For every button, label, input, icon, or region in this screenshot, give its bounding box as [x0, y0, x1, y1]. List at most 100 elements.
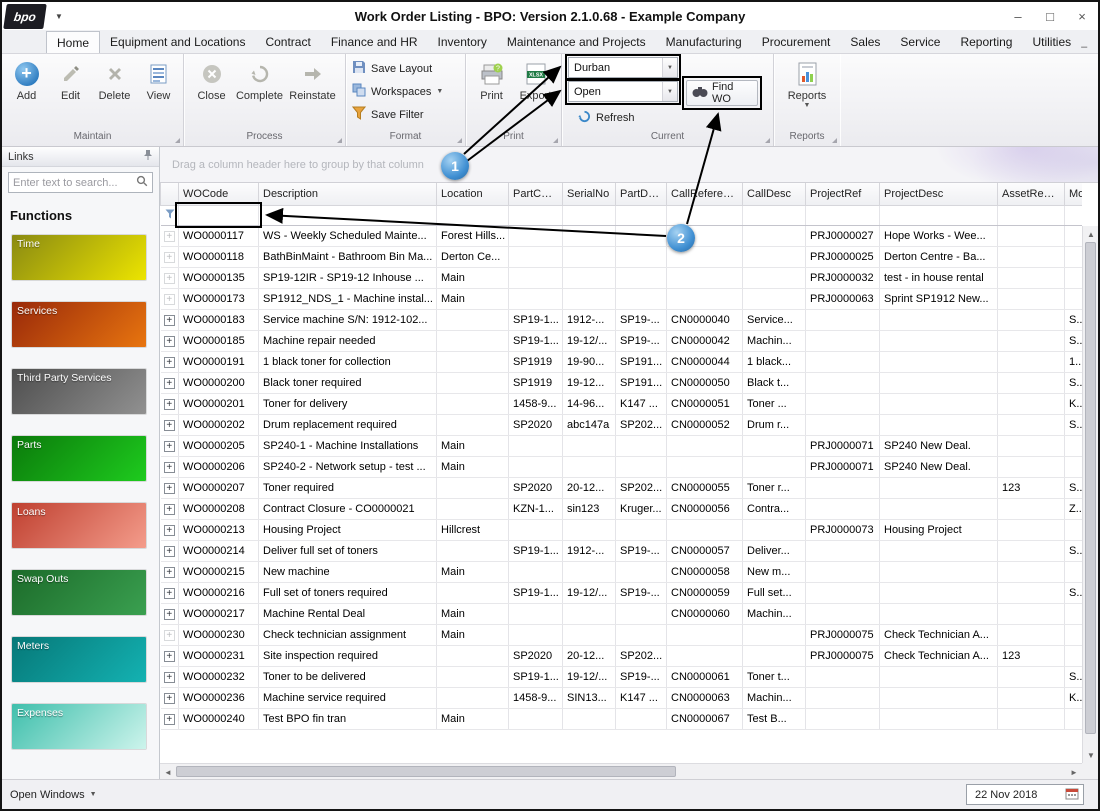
table-row[interactable]: + WO0000230 Check technician assignment Mai…: [160, 624, 1082, 646]
filter-cell-serialno[interactable]: [562, 205, 616, 226]
expand-icon[interactable]: +: [163, 545, 175, 557]
column-header-model[interactable]: Model: [1064, 183, 1082, 206]
reinstate-button[interactable]: Reinstate: [286, 57, 340, 131]
table-row[interactable]: + WO0000240 Test BPO fin tran Main CN0000067…: [160, 708, 1082, 730]
complete-button[interactable]: Complete: [234, 57, 286, 131]
tab-home[interactable]: Home: [46, 31, 101, 53]
expand-icon[interactable]: +: [163, 398, 175, 410]
filter-cell-calldesc[interactable]: [742, 205, 806, 226]
expand-icon[interactable]: +: [163, 587, 175, 599]
filter-cell-callreference[interactable]: [666, 205, 743, 226]
column-header-partdesc[interactable]: PartDesc: [615, 183, 667, 206]
horizontal-scrollbar[interactable]: ◄ ►: [160, 763, 1082, 779]
scroll-down-icon[interactable]: ▼: [1083, 747, 1098, 763]
table-row[interactable]: + WO0000205 SP240-1 - Machine Installation…: [160, 435, 1082, 457]
table-row[interactable]: + WO0000202 Drum replacement required SP202…: [160, 414, 1082, 436]
status-select[interactable]: Open ▼: [568, 81, 678, 102]
function-tile-time[interactable]: Time: [12, 235, 146, 280]
expand-icon[interactable]: +: [163, 419, 175, 431]
expand-icon[interactable]: +: [163, 251, 175, 263]
vertical-scroll-thumb[interactable]: [1085, 242, 1096, 734]
table-row[interactable]: + WO0000214 Deliver full set of toners SP19…: [160, 540, 1082, 562]
function-tile-expenses[interactable]: Expenses: [12, 704, 146, 749]
table-row[interactable]: + WO0000117 WS - Weekly Scheduled Mainte..…: [160, 225, 1082, 247]
dialog-launcher-icon[interactable]: [175, 138, 180, 143]
function-tile-loans[interactable]: Loans: [12, 503, 146, 548]
horizontal-scroll-thumb[interactable]: [176, 766, 676, 777]
expand-icon[interactable]: +: [163, 650, 175, 662]
table-row[interactable]: + WO0000206 SP240-2 - Network setup - test…: [160, 456, 1082, 478]
table-row[interactable]: + WO0000200 Black toner required SP1919 19-1…: [160, 372, 1082, 394]
column-header-projectref[interactable]: ProjectRef: [805, 183, 880, 206]
table-row[interactable]: + WO0000217 Machine Rental Deal Main CN00000…: [160, 603, 1082, 625]
column-header-serialno[interactable]: SerialNo: [562, 183, 616, 206]
add-button[interactable]: + Add: [5, 57, 49, 131]
search-icon[interactable]: [136, 174, 148, 192]
search-input[interactable]: [13, 176, 136, 189]
dialog-launcher-icon[interactable]: [337, 138, 342, 143]
expand-icon[interactable]: +: [163, 377, 175, 389]
tab-manufacturing[interactable]: Manufacturing: [656, 31, 752, 53]
tab-finance-and-hr[interactable]: Finance and HR: [321, 31, 428, 53]
filter-cell-partdesc[interactable]: [615, 205, 667, 226]
tab-equipment-and-locations[interactable]: Equipment and Locations: [100, 31, 255, 53]
table-row[interactable]: + WO0000201 Toner for delivery 1458-9... 14-…: [160, 393, 1082, 415]
table-row[interactable]: + WO0000236 Machine service required 1458-9…: [160, 687, 1082, 709]
expand-icon[interactable]: +: [163, 272, 175, 284]
dialog-launcher-icon[interactable]: [832, 138, 837, 143]
table-row[interactable]: + WO0000231 Site inspection required SP2020…: [160, 645, 1082, 667]
table-row[interactable]: + WO0000207 Toner required SP2020 20-12... SP…: [160, 477, 1082, 499]
function-tile-swap-outs[interactable]: Swap Outs: [12, 570, 146, 615]
expand-icon[interactable]: +: [163, 629, 175, 641]
column-header-calldesc[interactable]: CallDesc: [742, 183, 806, 206]
open-windows-button[interactable]: Open Windows ▼: [10, 789, 97, 801]
delete-button[interactable]: Delete: [93, 57, 137, 131]
calendar-icon[interactable]: [1065, 787, 1079, 803]
column-header-callreference[interactable]: CallReference: [666, 183, 743, 206]
expand-icon[interactable]: +: [163, 230, 175, 242]
expand-icon[interactable]: +: [163, 461, 175, 473]
table-row[interactable]: + WO0000208 Contract Closure - CO0000021 KZ…: [160, 498, 1082, 520]
workspaces-button[interactable]: Workspaces ▼: [352, 82, 459, 101]
dialog-launcher-icon[interactable]: [765, 138, 770, 143]
chevron-down-icon[interactable]: ▼: [662, 82, 677, 101]
table-row[interactable]: + WO0000191 1 black toner for collection SP…: [160, 351, 1082, 373]
minimize-button[interactable]: –: [1002, 9, 1034, 24]
expand-icon[interactable]: +: [163, 356, 175, 368]
table-row[interactable]: + WO0000213 Housing Project Hillcrest PRJ000…: [160, 519, 1082, 541]
quick-access-caret-icon[interactable]: ▼: [55, 12, 63, 21]
tab-contract[interactable]: Contract: [255, 31, 320, 53]
column-header-partcode[interactable]: PartCode: [508, 183, 563, 206]
expand-icon[interactable]: +: [163, 482, 175, 494]
expand-icon[interactable]: +: [163, 671, 175, 683]
scroll-right-icon[interactable]: ►: [1066, 764, 1082, 780]
expand-icon[interactable]: +: [163, 440, 175, 452]
function-tile-third-party-services[interactable]: Third Party Services: [12, 369, 146, 414]
function-tile-services[interactable]: Services: [12, 302, 146, 347]
tab-sales[interactable]: Sales: [840, 31, 890, 53]
filter-cell-description[interactable]: [258, 205, 437, 226]
dialog-launcher-icon[interactable]: [553, 138, 558, 143]
maximize-button[interactable]: □: [1034, 9, 1066, 24]
filter-cell-partcode[interactable]: [508, 205, 563, 226]
filter-cell-assetregno[interactable]: [997, 205, 1065, 226]
table-row[interactable]: + WO0000216 Full set of toners required SP1…: [160, 582, 1082, 604]
column-header-description[interactable]: Description: [258, 183, 437, 206]
dialog-launcher-icon[interactable]: [457, 138, 462, 143]
expand-icon[interactable]: +: [163, 566, 175, 578]
expand-icon[interactable]: +: [163, 314, 175, 326]
expand-icon[interactable]: +: [163, 608, 175, 620]
scroll-left-icon[interactable]: ◄: [160, 764, 176, 780]
column-header-wocode[interactable]: WOCode: [178, 183, 259, 206]
close-button[interactable]: ×: [1066, 9, 1098, 24]
reports-button[interactable]: Reports ▼: [780, 57, 834, 131]
find-wo-button[interactable]: Find WO: [686, 80, 758, 106]
close-wo-button[interactable]: Close: [190, 57, 234, 131]
table-row[interactable]: + WO0000173 SP1912_NDS_1 - Machine instal.…: [160, 288, 1082, 310]
edit-button[interactable]: Edit: [49, 57, 93, 131]
refresh-button[interactable]: Refresh: [578, 110, 635, 126]
expand-icon[interactable]: +: [163, 293, 175, 305]
tab-inventory[interactable]: Inventory: [428, 31, 497, 53]
pin-icon[interactable]: [143, 149, 153, 164]
group-by-panel[interactable]: Drag a column header here to group by th…: [160, 147, 1098, 183]
